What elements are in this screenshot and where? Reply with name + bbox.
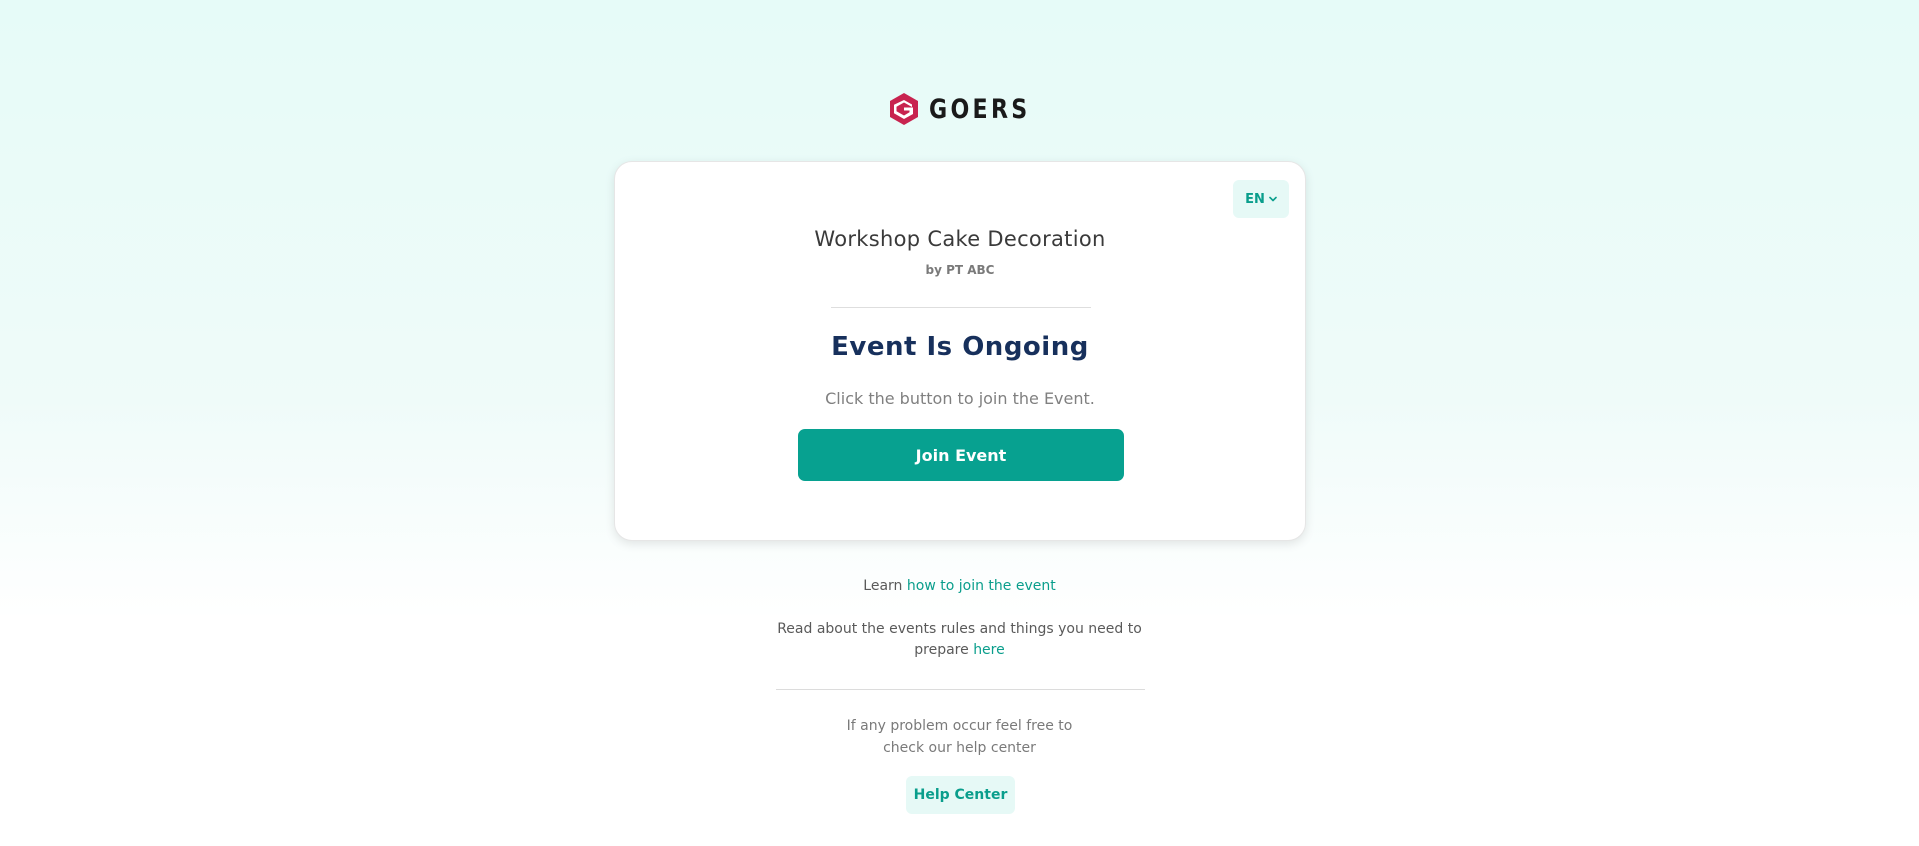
goers-logo[interactable]: GOERS bbox=[0, 92, 1919, 126]
learn-how-to-join-text: Learn how to join the event bbox=[0, 576, 1919, 597]
language-selector-button[interactable]: EN bbox=[1233, 180, 1289, 218]
help-center-button[interactable]: Help Center bbox=[906, 776, 1015, 814]
event-title: Workshop Cake Decoration bbox=[814, 227, 1106, 251]
event-rules-text: Read about the events rules and things y… bbox=[0, 619, 1919, 661]
help-description: If any problem occur feel free to check … bbox=[0, 715, 1919, 759]
page-divider bbox=[776, 689, 1145, 690]
goers-g-logo-icon bbox=[889, 93, 918, 125]
rules-here-link[interactable]: here bbox=[973, 642, 1005, 658]
help-description-text: If any problem occur feel free to check … bbox=[846, 718, 1073, 756]
join-event-button[interactable]: Join Event bbox=[798, 429, 1124, 481]
card-divider bbox=[831, 307, 1091, 308]
how-to-join-link[interactable]: how to join the event bbox=[907, 578, 1056, 594]
join-instruction-text: Click the button to join the Event. bbox=[825, 389, 1095, 408]
learn-prefix: Learn bbox=[863, 578, 903, 594]
brand-name: GOERS bbox=[928, 93, 1031, 125]
event-organizer: by PT ABC bbox=[925, 263, 995, 277]
event-status-heading: Event Is Ongoing bbox=[831, 332, 1089, 362]
event-card: EN Workshop Cake Decoration by PT ABC Ev… bbox=[614, 161, 1306, 541]
chevron-down-icon bbox=[1269, 196, 1277, 202]
language-label: EN bbox=[1245, 191, 1265, 207]
rules-description: Read about the events rules and things y… bbox=[777, 621, 1142, 658]
